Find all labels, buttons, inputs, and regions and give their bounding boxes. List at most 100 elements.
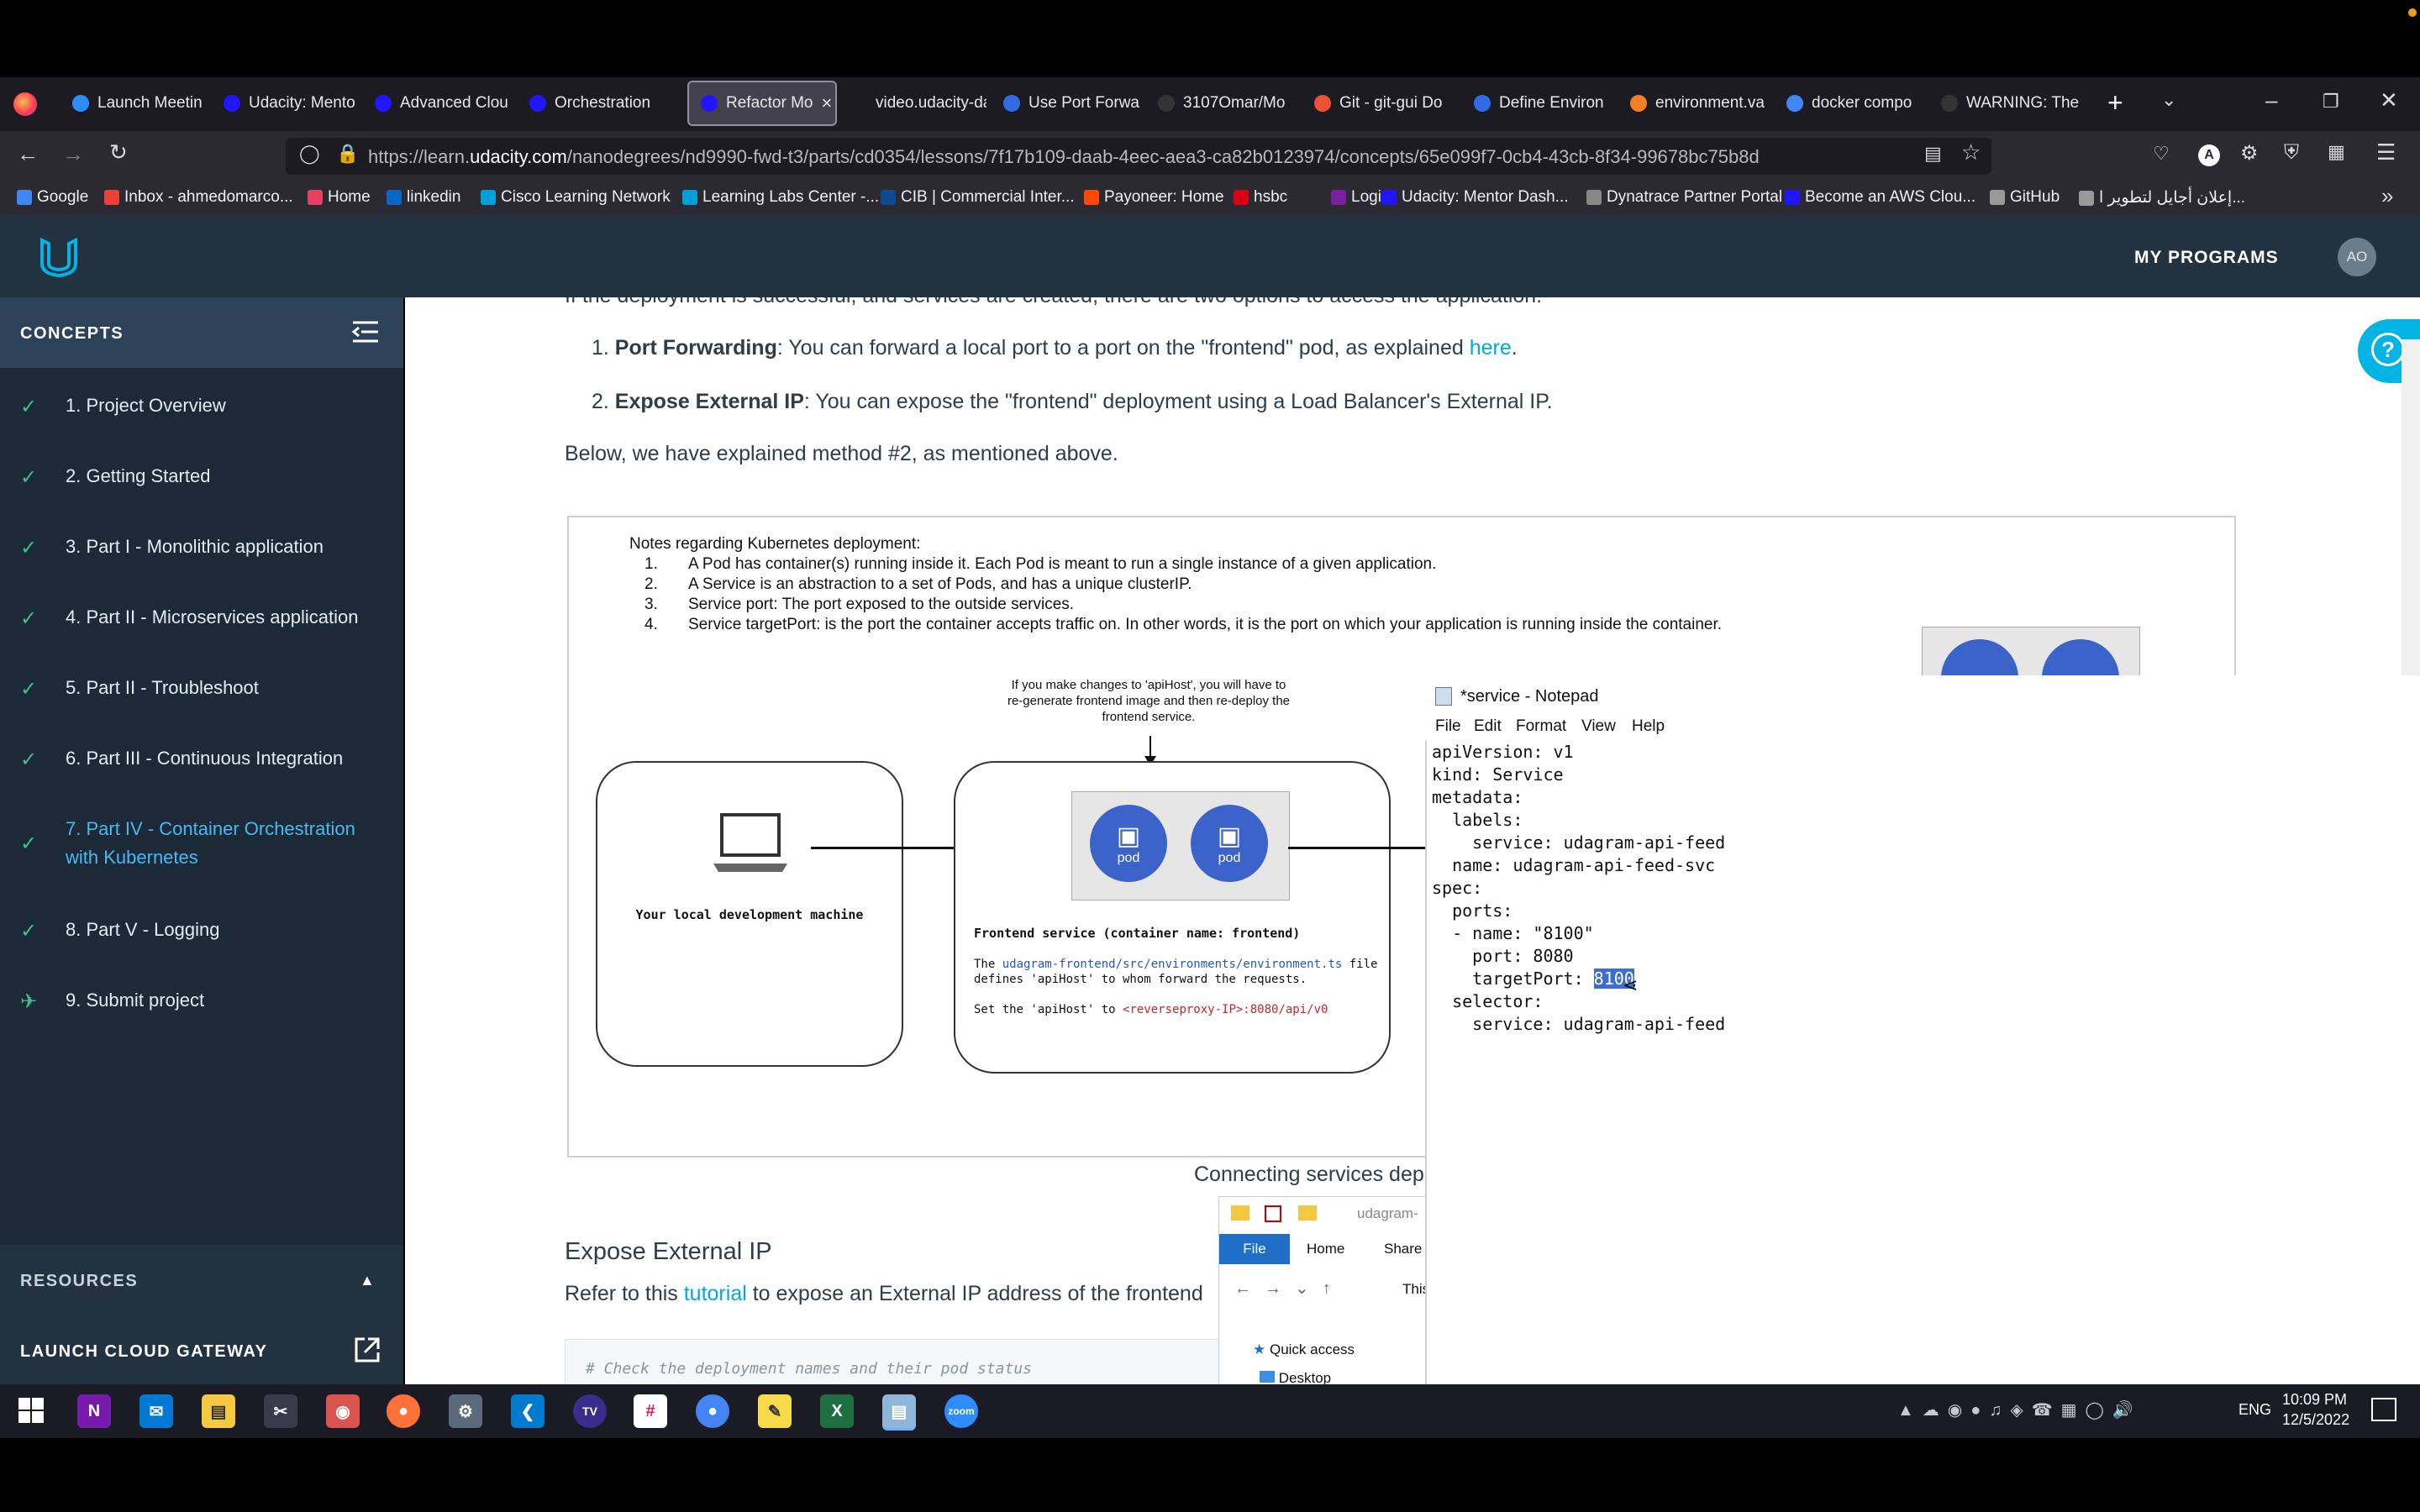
forward-icon[interactable]: → [62,141,84,167]
bookmark-item[interactable]: Cisco Learning Network [481,188,671,207]
zoom-icon[interactable]: zoom [944,1394,978,1428]
account-icon[interactable]: A [2198,144,2220,166]
concept-item[interactable]: ✓ 7. Part IV - Container Orchestration wit… [20,818,355,869]
browser-tab[interactable]: docker compo [1775,81,1931,126]
concept-item[interactable]: ✓ 2. Getting Started [20,465,210,490]
explorer-share-tab[interactable]: Share [1384,1241,1422,1257]
concept-item[interactable]: ✓ 1. Project Overview [20,395,226,419]
notepad-taskbar-icon[interactable]: ▤ [882,1394,916,1431]
tracking-shield-icon[interactable]: ◯ [299,143,320,165]
back-icon[interactable]: ← [17,141,39,167]
browser-tab[interactable]: Udacity: Mento [212,81,363,126]
pocket-icon[interactable]: ♡ [2153,143,2170,165]
vscode-icon[interactable]: ❮ [511,1394,544,1428]
menu-format[interactable]: Format [1516,717,1566,736]
explorer-home-tab[interactable]: Home [1307,1241,1344,1257]
firefox-icon[interactable]: ● [387,1394,420,1428]
quick-access-item[interactable]: ★ Quick access [1253,1341,1355,1358]
explorer-crumb[interactable]: This [1402,1281,1426,1298]
menu-view[interactable]: View [1581,717,1616,736]
mail-icon[interactable]: ✉ [139,1394,173,1428]
excel-icon[interactable]: X [820,1394,854,1428]
onenote-icon[interactable]: N [77,1394,111,1428]
windows-start-icon[interactable] [18,1398,44,1423]
bookmark-item[interactable]: Udacity: Mentor Dash... [1381,188,1569,207]
caret-up-icon[interactable]: ▲ [360,1272,375,1289]
menu-file[interactable]: File [1435,717,1461,736]
translate-icon[interactable]: ▦ [2328,141,2345,163]
my-programs-link[interactable]: MY PROGRAMS [2134,248,2279,268]
lock-icon[interactable]: 🔒 [336,143,359,165]
concept-item[interactable]: ✓ 3. Part I - Monolithic application [20,536,324,560]
list-all-tabs-icon[interactable]: ⌄ [2161,89,2176,111]
browser-tab[interactable]: video.udacity-data [839,81,986,126]
concept-item[interactable]: ✓ 6. Part III - Continuous Integration [20,748,343,772]
external-link-icon[interactable] [353,1336,381,1364]
browser-tab[interactable]: 3107Omar/Mo [1146,81,1301,126]
collapse-sidebar-icon[interactable] [351,319,380,344]
clock-date[interactable]: 12/5/2022 [2282,1411,2349,1429]
bookmark-item[interactable]: CIB | Commercial Inter... [881,188,1075,207]
bookmark-item[interactable]: Home [308,188,371,207]
menu-help[interactable]: Help [1632,717,1665,736]
browser-tab[interactable]: Orchestration [518,81,674,126]
browser-tab[interactable]: Launch Meetin [60,81,210,126]
settings-tool-icon[interactable]: ⚙ [449,1394,482,1428]
udacity-logo-icon[interactable] [37,235,81,279]
bookmark-item[interactable]: إعلان أجايل لتطوير ا... [2079,188,2245,207]
reader-view-icon[interactable]: ▤ [1924,143,1942,165]
browser-tab[interactable]: Define Environ [1462,81,1618,126]
launch-cloud-gateway-link[interactable]: LAUNCH CLOUD GATEWAY [20,1342,267,1362]
language-indicator[interactable]: ENG [2238,1401,2271,1419]
extension-icon[interactable]: ⚙ [2240,141,2259,165]
concept-item[interactable]: ✓ 5. Part II - Troubleshoot [20,677,259,701]
bookmark-item[interactable]: Inbox - ahmedomarco... [104,188,293,207]
firefox-menu-icon[interactable] [13,92,37,116]
bookmark-item[interactable]: Payoneer: Home [1084,188,1224,207]
menu-edit[interactable]: Edit [1474,717,1502,736]
minimize-icon[interactable]: – [2265,87,2277,113]
new-tab-button[interactable]: + [2107,87,2123,118]
restore-icon[interactable]: ❐ [2323,91,2339,113]
bookmark-item[interactable]: Become an AWS Clou... [1785,188,1975,207]
notepad-editor[interactable]: apiVersion: v1 kind: Service metadata: l… [1432,741,1725,1036]
bookmark-item[interactable]: Dynatrace Partner Portal [1586,188,1782,207]
concept-item[interactable]: ✈ 9. Submit project [20,990,204,1014]
explorer-file-tab[interactable]: File [1219,1234,1290,1264]
iptv-icon[interactable]: TV [573,1394,607,1428]
sticky-notes-icon[interactable]: ✎ [758,1394,792,1428]
browser-tab[interactable]: Refactor Mo × [687,81,837,126]
file-explorer-icon[interactable]: ▤ [202,1394,235,1428]
bookmark-star-icon[interactable]: ☆ [1961,139,1981,165]
close-tab-icon[interactable]: × [821,92,832,114]
browser-tab[interactable]: Git - git-gui Do [1302,81,1459,126]
slack-icon[interactable]: # [634,1394,667,1428]
bookmark-item[interactable]: GitHub [1990,188,2060,207]
tutorial-link[interactable]: tutorial [684,1282,747,1305]
concept-item[interactable]: ✓ 4. Part II - Microservices application [20,606,358,631]
notifications-icon[interactable] [2371,1398,2396,1421]
here-link[interactable]: here [1470,336,1512,360]
resources-toggle[interactable]: RESOURCES [20,1272,138,1291]
browser-tab[interactable]: WARNING: The [1929,81,2086,126]
browser-tab[interactable]: environment.va [1618,81,1775,126]
reload-icon[interactable]: ↻ [109,139,128,165]
explorer-nav-icons[interactable]: ←→⌄↑ [1234,1278,1344,1299]
paint-icon[interactable]: ◉ [326,1394,360,1428]
bookmark-item[interactable]: Google [17,188,88,207]
close-window-icon[interactable]: ✕ [2380,87,2398,113]
bookmark-item[interactable]: hsbc [1234,188,1287,207]
browser-tab[interactable]: Use Port Forwa [992,81,1144,126]
user-avatar[interactable]: AO [2338,238,2376,276]
chrome-icon[interactable]: ● [696,1394,729,1428]
snipping-tool-icon[interactable]: ✂ [264,1394,297,1428]
more-bookmarks-icon[interactable]: » [2381,183,2393,209]
app-menu-icon[interactable]: ☰ [2376,139,2396,165]
system-tray-icons[interactable]: ▲☁◉●♫◈☎▦◯🔊 [1897,1399,2142,1420]
concept-item[interactable]: ✓ 8. Part V - Logging [20,919,219,943]
url-text[interactable]: https://learn.udacity.com/nanodegrees/nd… [368,146,1760,168]
bookmark-item[interactable]: linkedin [387,188,460,207]
clock-time[interactable]: 10:09 PM [2282,1391,2347,1409]
bookmark-item[interactable]: Learning Labs Center -... [682,188,879,207]
browser-tab[interactable]: Advanced Clou [363,81,516,126]
